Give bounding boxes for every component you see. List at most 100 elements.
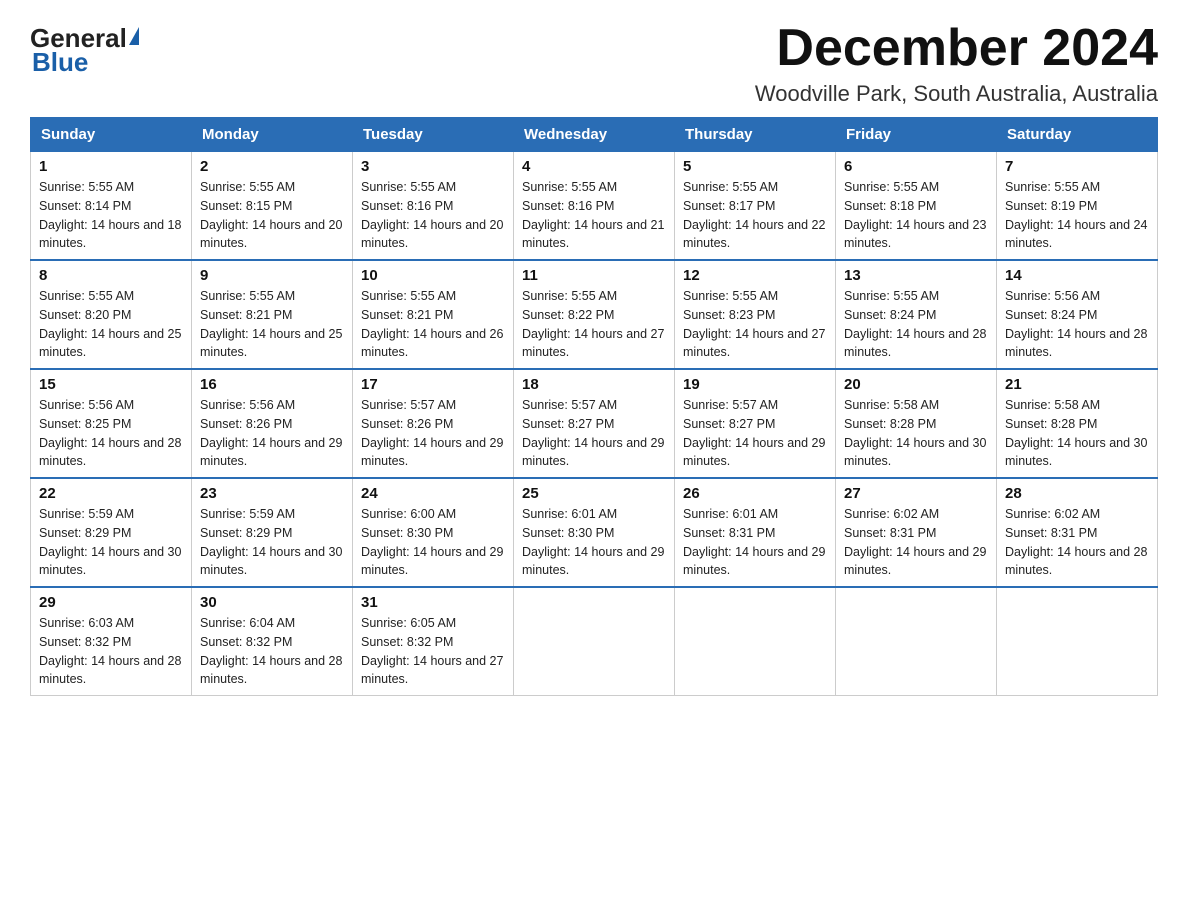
day-number: 2 xyxy=(200,158,344,175)
calendar-day-cell: 9 Sunrise: 5:55 AMSunset: 8:21 PMDaylight… xyxy=(192,260,353,369)
logo: General Blue xyxy=(30,25,139,78)
day-number: 4 xyxy=(522,158,666,175)
calendar-day-cell: 4Sunrise: 5:55 AMSunset: 8:16 PMDaylight… xyxy=(514,152,675,261)
weekday-header-friday: Friday xyxy=(836,118,997,152)
calendar-day-cell: 13 Sunrise: 5:55 AMSunset: 8:24 PMDayligh… xyxy=(836,260,997,369)
calendar-day-cell: 12 Sunrise: 5:55 AMSunset: 8:23 PMDayligh… xyxy=(675,260,836,369)
day-number: 25 xyxy=(522,485,666,502)
day-info: Sunrise: 5:57 AMSunset: 8:26 PMDaylight:… xyxy=(361,396,505,471)
calendar-day-cell: 14 Sunrise: 5:56 AMSunset: 8:24 PMDayligh… xyxy=(997,260,1158,369)
calendar-week-row: 15 Sunrise: 5:56 AMSunset: 8:25 PMDayligh… xyxy=(31,369,1158,478)
calendar-day-cell: 31 Sunrise: 6:05 AMSunset: 8:32 PMDayligh… xyxy=(353,587,514,696)
calendar-day-cell: 20 Sunrise: 5:58 AMSunset: 8:28 PMDayligh… xyxy=(836,369,997,478)
calendar-day-cell: 22 Sunrise: 5:59 AMSunset: 8:29 PMDayligh… xyxy=(31,478,192,587)
day-number: 6 xyxy=(844,158,988,175)
day-number: 8 xyxy=(39,267,183,284)
day-number: 1 xyxy=(39,158,183,175)
calendar-day-cell: 18 Sunrise: 5:57 AMSunset: 8:27 PMDayligh… xyxy=(514,369,675,478)
day-number: 31 xyxy=(361,594,505,611)
calendar-day-cell: 15 Sunrise: 5:56 AMSunset: 8:25 PMDayligh… xyxy=(31,369,192,478)
day-info: Sunrise: 5:59 AMSunset: 8:29 PMDaylight:… xyxy=(200,505,344,580)
day-number: 23 xyxy=(200,485,344,502)
calendar-day-cell: 2 Sunrise: 5:55 AMSunset: 8:15 PMDaylight… xyxy=(192,152,353,261)
day-info: Sunrise: 5:58 AMSunset: 8:28 PMDaylight:… xyxy=(844,396,988,471)
weekday-header-saturday: Saturday xyxy=(997,118,1158,152)
calendar-day-cell: 6 Sunrise: 5:55 AMSunset: 8:18 PMDaylight… xyxy=(836,152,997,261)
day-info: Sunrise: 5:57 AMSunset: 8:27 PMDaylight:… xyxy=(683,396,827,471)
day-number: 22 xyxy=(39,485,183,502)
weekday-header-tuesday: Tuesday xyxy=(353,118,514,152)
day-info: Sunrise: 5:56 AMSunset: 8:24 PMDaylight:… xyxy=(1005,287,1149,362)
day-info: Sunrise: 6:01 AMSunset: 8:31 PMDaylight:… xyxy=(683,505,827,580)
day-number: 26 xyxy=(683,485,827,502)
calendar-week-row: 1 Sunrise: 5:55 AMSunset: 8:14 PMDaylight… xyxy=(31,152,1158,261)
day-number: 18 xyxy=(522,376,666,393)
day-info: Sunrise: 5:55 AMSunset: 8:21 PMDaylight:… xyxy=(200,287,344,362)
logo-triangle-icon xyxy=(129,27,139,45)
day-info: Sunrise: 5:55 AMSunset: 8:20 PMDaylight:… xyxy=(39,287,183,362)
day-info: Sunrise: 5:55 AMSunset: 8:14 PMDaylight:… xyxy=(39,178,183,253)
day-info: Sunrise: 5:55 AMSunset: 8:15 PMDaylight:… xyxy=(200,178,344,253)
day-number: 20 xyxy=(844,376,988,393)
calendar-week-row: 22 Sunrise: 5:59 AMSunset: 8:29 PMDayligh… xyxy=(31,478,1158,587)
day-number: 13 xyxy=(844,267,988,284)
calendar-table: SundayMondayTuesdayWednesdayThursdayFrid… xyxy=(30,117,1158,696)
day-info: Sunrise: 6:05 AMSunset: 8:32 PMDaylight:… xyxy=(361,614,505,689)
calendar-day-cell: 29Sunrise: 6:03 AMSunset: 8:32 PMDayligh… xyxy=(31,587,192,696)
day-number: 21 xyxy=(1005,376,1149,393)
day-info: Sunrise: 5:59 AMSunset: 8:29 PMDaylight:… xyxy=(39,505,183,580)
location-subtitle: Woodville Park, South Australia, Austral… xyxy=(755,81,1158,107)
weekday-header-wednesday: Wednesday xyxy=(514,118,675,152)
day-info: Sunrise: 5:55 AMSunset: 8:17 PMDaylight:… xyxy=(683,178,827,253)
day-info: Sunrise: 5:55 AMSunset: 8:22 PMDaylight:… xyxy=(522,287,666,362)
day-info: Sunrise: 6:04 AMSunset: 8:32 PMDaylight:… xyxy=(200,614,344,689)
day-info: Sunrise: 6:02 AMSunset: 8:31 PMDaylight:… xyxy=(1005,505,1149,580)
calendar-day-cell: 16 Sunrise: 5:56 AMSunset: 8:26 PMDayligh… xyxy=(192,369,353,478)
logo-blue: Blue xyxy=(30,47,88,78)
calendar-day-cell: 17 Sunrise: 5:57 AMSunset: 8:26 PMDayligh… xyxy=(353,369,514,478)
day-info: Sunrise: 5:55 AMSunset: 8:18 PMDaylight:… xyxy=(844,178,988,253)
calendar-day-cell: 1 Sunrise: 5:55 AMSunset: 8:14 PMDaylight… xyxy=(31,152,192,261)
calendar-day-cell: 5Sunrise: 5:55 AMSunset: 8:17 PMDaylight… xyxy=(675,152,836,261)
day-number: 17 xyxy=(361,376,505,393)
day-info: Sunrise: 6:02 AMSunset: 8:31 PMDaylight:… xyxy=(844,505,988,580)
day-number: 9 xyxy=(200,267,344,284)
day-number: 12 xyxy=(683,267,827,284)
day-number: 16 xyxy=(200,376,344,393)
day-number: 7 xyxy=(1005,158,1149,175)
calendar-day-cell: 27 Sunrise: 6:02 AMSunset: 8:31 PMDayligh… xyxy=(836,478,997,587)
weekday-header-monday: Monday xyxy=(192,118,353,152)
calendar-day-cell: 8 Sunrise: 5:55 AMSunset: 8:20 PMDaylight… xyxy=(31,260,192,369)
day-info: Sunrise: 5:56 AMSunset: 8:25 PMDaylight:… xyxy=(39,396,183,471)
calendar-day-cell: 25 Sunrise: 6:01 AMSunset: 8:30 PMDayligh… xyxy=(514,478,675,587)
day-info: Sunrise: 5:55 AMSunset: 8:23 PMDaylight:… xyxy=(683,287,827,362)
day-number: 19 xyxy=(683,376,827,393)
day-info: Sunrise: 6:01 AMSunset: 8:30 PMDaylight:… xyxy=(522,505,666,580)
calendar-day-cell: 28 Sunrise: 6:02 AMSunset: 8:31 PMDayligh… xyxy=(997,478,1158,587)
day-number: 15 xyxy=(39,376,183,393)
day-info: Sunrise: 5:55 AMSunset: 8:16 PMDaylight:… xyxy=(361,178,505,253)
calendar-day-cell: 11 Sunrise: 5:55 AMSunset: 8:22 PMDayligh… xyxy=(514,260,675,369)
day-info: Sunrise: 5:57 AMSunset: 8:27 PMDaylight:… xyxy=(522,396,666,471)
day-number: 14 xyxy=(1005,267,1149,284)
calendar-week-row: 8 Sunrise: 5:55 AMSunset: 8:20 PMDaylight… xyxy=(31,260,1158,369)
calendar-day-cell: 26 Sunrise: 6:01 AMSunset: 8:31 PMDayligh… xyxy=(675,478,836,587)
day-info: Sunrise: 5:55 AMSunset: 8:24 PMDaylight:… xyxy=(844,287,988,362)
day-number: 3 xyxy=(361,158,505,175)
day-info: Sunrise: 5:58 AMSunset: 8:28 PMDaylight:… xyxy=(1005,396,1149,471)
calendar-day-cell xyxy=(836,587,997,696)
day-number: 28 xyxy=(1005,485,1149,502)
calendar-day-cell: 23 Sunrise: 5:59 AMSunset: 8:29 PMDayligh… xyxy=(192,478,353,587)
day-info: Sunrise: 5:56 AMSunset: 8:26 PMDaylight:… xyxy=(200,396,344,471)
calendar-day-cell xyxy=(675,587,836,696)
page-header: General Blue December 2024 Woodville Par… xyxy=(30,20,1158,107)
month-title: December 2024 xyxy=(755,20,1158,77)
day-number: 27 xyxy=(844,485,988,502)
calendar-header-row: SundayMondayTuesdayWednesdayThursdayFrid… xyxy=(31,118,1158,152)
title-block: December 2024 Woodville Park, South Aust… xyxy=(755,20,1158,107)
day-info: Sunrise: 5:55 AMSunset: 8:21 PMDaylight:… xyxy=(361,287,505,362)
day-number: 11 xyxy=(522,267,666,284)
day-number: 29 xyxy=(39,594,183,611)
calendar-day-cell: 7Sunrise: 5:55 AMSunset: 8:19 PMDaylight… xyxy=(997,152,1158,261)
calendar-day-cell: 19 Sunrise: 5:57 AMSunset: 8:27 PMDayligh… xyxy=(675,369,836,478)
